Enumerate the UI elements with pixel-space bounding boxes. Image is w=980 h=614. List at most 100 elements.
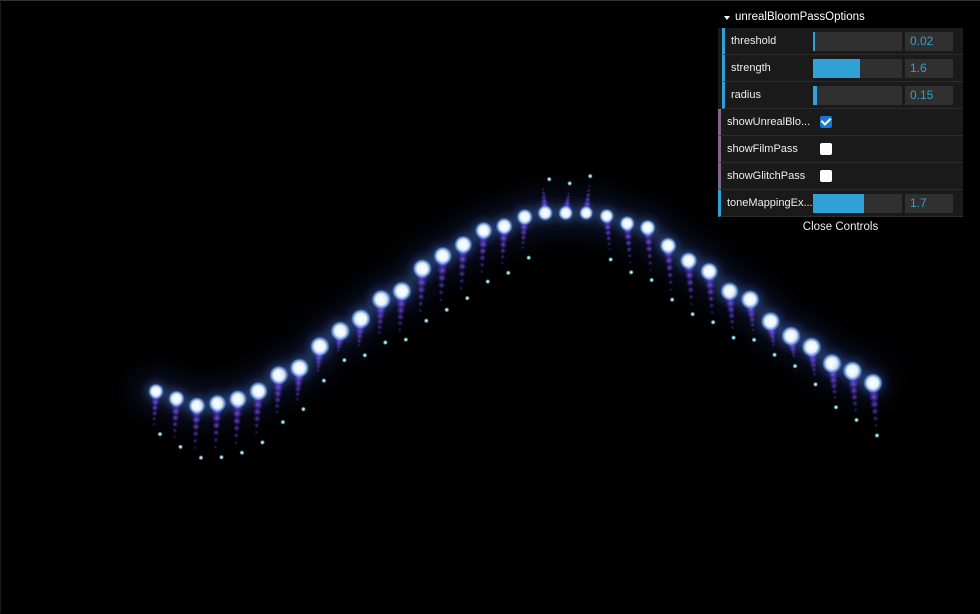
violet-trail-particle [873, 423, 879, 428]
violet-trail-particle [397, 327, 403, 332]
violet-trail-particle [648, 268, 653, 272]
violet-trail-particle [192, 438, 198, 444]
radius-slider[interactable] [813, 85, 902, 105]
show-glitch-pass-checkbox[interactable] [820, 170, 832, 182]
show-film-pass-checkbox[interactable] [820, 143, 832, 155]
violet-trail-particle [437, 281, 446, 289]
violet-trail-particle [254, 430, 259, 435]
violet-trail-particle [171, 420, 179, 428]
threshold-input[interactable] [905, 31, 953, 51]
violet-trail-particle [541, 190, 547, 196]
violet-trail-particle [212, 429, 220, 437]
cyan-sparkle [505, 270, 511, 276]
violet-trail-particle [438, 289, 445, 296]
violet-trail-particle [628, 260, 632, 265]
violet-trail-particle [729, 318, 736, 325]
cyan-sparkle [526, 255, 532, 261]
chevron-down-icon [724, 15, 730, 20]
cyan-sparkle [792, 363, 798, 369]
violet-trail-particle [520, 245, 525, 250]
violet-trail-particle [647, 260, 653, 266]
cyan-sparkle [218, 454, 225, 460]
violet-trail-particle [213, 445, 218, 450]
control-label: radius [731, 89, 761, 101]
violet-trail-particle [274, 409, 280, 415]
tone-mapping-input[interactable] [905, 193, 953, 213]
cyan-sparkle [853, 417, 860, 423]
show-unreal-bloom-checkbox[interactable] [820, 116, 832, 128]
violet-trail-particle [151, 410, 158, 417]
violet-trail-particle [608, 247, 612, 252]
violet-trail-particle [520, 234, 527, 241]
cyan-sparkle [649, 277, 655, 283]
cyan-sparkle [731, 335, 737, 341]
violet-trail-particle [585, 192, 592, 198]
cyan-sparkle [239, 450, 245, 456]
cyan-sparkle [874, 432, 880, 439]
control-label: strength [731, 62, 771, 74]
violet-trail-particle [710, 310, 715, 315]
violet-trail-particle [567, 191, 571, 196]
cyan-sparkle [771, 352, 778, 358]
close-controls-button[interactable]: Close Controls [718, 217, 963, 237]
toggle-label: showFilmPass [727, 143, 798, 155]
control-strength: strength [722, 55, 963, 82]
cyan-sparkle [362, 352, 368, 358]
violet-trail-particle [233, 432, 240, 439]
folder-title[interactable]: unrealBloomPassOptions [718, 7, 963, 28]
folder-title-label: unrealBloomPassOptions [735, 11, 865, 23]
violet-trail-particle [541, 187, 545, 191]
violet-trail-particle [689, 302, 694, 307]
control-label: threshold [731, 35, 777, 47]
cyan-sparkle [321, 378, 327, 384]
violet-trail-particle [295, 396, 300, 402]
violet-trail-particle [253, 414, 261, 423]
violet-trail-particle [458, 270, 466, 278]
cyan-sparkle [423, 318, 429, 324]
cyan-sparkle [300, 406, 306, 412]
violet-trail-particle [172, 427, 178, 434]
violet-trail-particle [606, 241, 612, 247]
violet-trail-particle [626, 246, 633, 253]
cyan-sparkle [833, 404, 839, 410]
violet-trail-particle [212, 437, 219, 443]
violet-trail-particle [587, 184, 591, 188]
violet-trail-particle [831, 388, 838, 395]
violet-trail-particle [479, 269, 484, 274]
cyan-sparkle [157, 431, 163, 437]
toggle-label: showGlitchPass [727, 170, 806, 182]
violet-trail-particle [520, 240, 526, 246]
cyan-sparkle [341, 357, 347, 363]
strength-input[interactable] [905, 58, 953, 78]
control-tone-mapping-exposure: toneMappingEx... [718, 190, 963, 217]
tone-mapping-slider[interactable] [813, 193, 902, 213]
threshold-slider[interactable] [813, 31, 902, 51]
cyan-sparkle [485, 278, 491, 285]
core-particle [639, 219, 656, 236]
violet-trail-particle [479, 261, 485, 268]
cyan-sparkle [464, 295, 470, 301]
violet-trail-particle [500, 260, 505, 265]
strength-slider[interactable] [813, 58, 902, 78]
cyan-sparkle [690, 311, 696, 317]
violet-trail-particle [499, 254, 506, 260]
violet-trail-particle [193, 445, 197, 450]
violet-trail-particle [418, 308, 423, 313]
violet-trail-particle [396, 312, 405, 321]
violet-trail-particle [253, 422, 260, 429]
violet-trail-particle [192, 430, 200, 438]
violet-trail-particle [666, 271, 674, 279]
violet-trail-particle [151, 416, 157, 422]
violet-trail-particle [152, 422, 156, 426]
radius-input[interactable] [905, 85, 953, 105]
violet-trail-particle [669, 287, 674, 292]
violet-trail-particle [872, 415, 879, 422]
toggle-show-film-pass: showFilmPass [718, 136, 963, 163]
toggle-show-glitch-pass: showGlitchPass [718, 163, 963, 190]
violet-trail-particle [627, 253, 633, 259]
violet-trail-particle [853, 407, 858, 413]
render-canvas[interactable]: unrealBloomPassOptions threshold strengt… [0, 0, 980, 613]
cyan-sparkle [177, 444, 184, 450]
cyan-sparkle [628, 269, 634, 275]
cyan-sparkle [710, 319, 716, 325]
